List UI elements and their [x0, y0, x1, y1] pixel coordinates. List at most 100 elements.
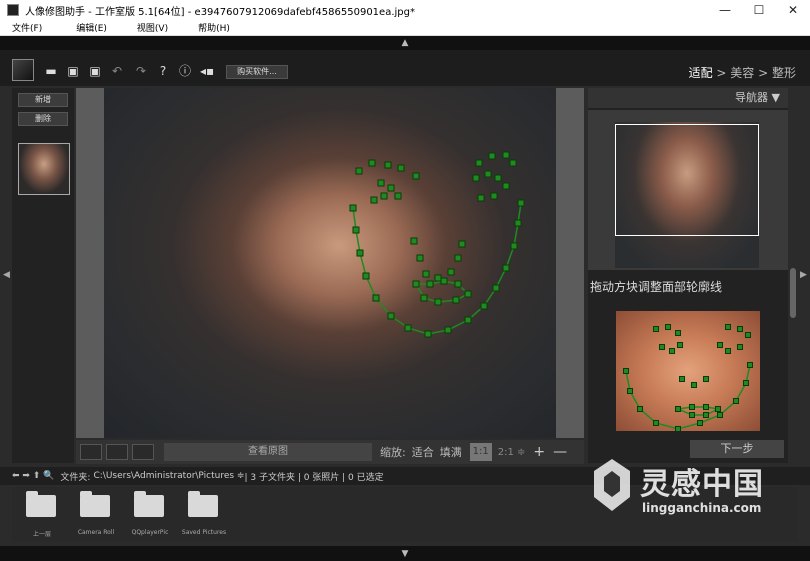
landmark-handle[interactable] — [703, 404, 709, 410]
collapse-down-icon[interactable]: ▼ — [402, 549, 409, 559]
landmark-handle[interactable] — [689, 412, 695, 418]
landmark-handle[interactable] — [362, 272, 370, 280]
landmark-handle[interactable] — [703, 376, 709, 382]
landmark-handle[interactable] — [675, 330, 681, 336]
collapse-left-icon[interactable]: ◀ — [3, 270, 10, 280]
landmark-handle[interactable] — [665, 324, 671, 330]
landmark-handle[interactable] — [745, 332, 751, 338]
landmark-handle[interactable] — [514, 219, 522, 227]
landmark-handle[interactable] — [404, 324, 412, 332]
landmark-handle[interactable] — [384, 161, 392, 169]
landmark-handle[interactable] — [653, 420, 659, 426]
landmark-handle[interactable] — [689, 404, 695, 410]
single-view-button[interactable] — [80, 444, 102, 460]
landmark-handle[interactable] — [444, 326, 452, 334]
landmark-handle[interactable] — [490, 192, 498, 200]
redo-icon[interactable]: ↷ — [134, 64, 148, 78]
landmark-handle[interactable] — [434, 298, 442, 306]
photo-thumbnail[interactable] — [18, 143, 70, 195]
landmark-handle[interactable] — [387, 312, 395, 320]
landmark-handle[interactable] — [447, 268, 455, 276]
landmark-handle[interactable] — [717, 412, 723, 418]
landmark-handle[interactable] — [370, 196, 378, 204]
landmark-handle[interactable] — [677, 342, 683, 348]
landmark-handle[interactable] — [725, 348, 731, 354]
landmark-handle[interactable] — [422, 270, 430, 278]
landmark-handle[interactable] — [368, 159, 376, 167]
bottom-collapse-strip[interactable]: ▼ — [0, 546, 810, 561]
portrait-photo[interactable] — [104, 88, 556, 438]
open-folder-icon[interactable]: ▬ — [44, 64, 58, 78]
landmark-handle[interactable] — [420, 294, 428, 302]
split-view-button[interactable] — [106, 444, 128, 460]
collapse-right-icon[interactable]: ▶ — [800, 270, 807, 280]
landmark-handle[interactable] — [372, 294, 380, 302]
landmark-handle[interactable] — [737, 344, 743, 350]
folder-item[interactable]: 上一层 — [14, 491, 66, 538]
landmark-handle[interactable] — [380, 192, 388, 200]
landmark-handle[interactable] — [488, 152, 496, 160]
zoom-fill-button[interactable]: 填满 — [440, 444, 462, 460]
landmark-handle[interactable] — [510, 242, 518, 250]
zoom-1-1-button[interactable]: 1:1 — [469, 443, 492, 461]
landmark-handle[interactable] — [494, 174, 502, 182]
landmark-handle[interactable] — [480, 302, 488, 310]
landmark-handle[interactable] — [352, 226, 360, 234]
save-icon[interactable]: ▣ — [66, 64, 80, 78]
landmark-handle[interactable] — [627, 388, 633, 394]
zoom-2-1-button[interactable]: 2:1 ≑ — [498, 447, 526, 458]
landmark-handle[interactable] — [355, 167, 363, 175]
landmark-handle[interactable] — [440, 277, 448, 285]
landmark-handle[interactable] — [703, 412, 709, 418]
save-as-icon[interactable]: ▣ — [88, 64, 102, 78]
landmark-handle[interactable] — [477, 194, 485, 202]
landmark-handle[interactable] — [424, 330, 432, 338]
landmark-handle[interactable] — [464, 316, 472, 324]
collapse-up-icon[interactable]: ▲ — [402, 38, 409, 48]
landmark-handle[interactable] — [717, 342, 723, 348]
landmark-handle[interactable] — [377, 179, 385, 187]
landmark-handle[interactable] — [412, 280, 420, 288]
landmark-handle[interactable] — [454, 254, 462, 262]
landmark-handle[interactable] — [502, 182, 510, 190]
landmark-handle[interactable] — [675, 426, 681, 432]
landmark-handle[interactable] — [675, 406, 681, 412]
stack-view-button[interactable] — [132, 444, 154, 460]
landmark-handle[interactable] — [517, 199, 525, 207]
landmark-handle[interactable] — [679, 376, 685, 382]
landmark-handle[interactable] — [743, 380, 749, 386]
landmark-handle[interactable] — [653, 326, 659, 332]
landmark-handle[interactable] — [484, 170, 492, 178]
folder-item[interactable]: Camera Roll — [68, 491, 120, 537]
navigator-viewport-frame[interactable] — [615, 124, 759, 236]
add-photo-button[interactable]: 新增 — [18, 93, 68, 107]
right-panel-scrollbar[interactable] — [790, 268, 796, 318]
landmark-handle[interactable] — [659, 344, 665, 350]
landmark-handle[interactable] — [502, 264, 510, 272]
landmark-handle[interactable] — [715, 406, 721, 412]
landmark-handle[interactable] — [426, 280, 434, 288]
folder-nav-icons[interactable]: ⬅ ➡ ⬆ 🔍 — [12, 471, 54, 481]
navigator-header[interactable]: 导航器 ▼ — [588, 88, 788, 108]
folder-item[interactable]: QQplayerPic — [122, 491, 174, 537]
landmark-handle[interactable] — [454, 280, 462, 288]
landmark-handle[interactable] — [637, 406, 643, 412]
zoom-fit-button[interactable]: 适合 — [412, 444, 434, 460]
minimize-button[interactable]: — — [708, 0, 742, 20]
top-collapse-strip[interactable]: ▲ — [0, 36, 810, 50]
landmark-handle[interactable] — [412, 172, 420, 180]
landmark-handle[interactable] — [452, 296, 460, 304]
landmark-handle[interactable] — [691, 382, 697, 388]
step-fit[interactable]: 适配 — [689, 66, 713, 80]
step-reshape[interactable]: 整形 — [772, 66, 796, 80]
landmark-handle[interactable] — [492, 284, 500, 292]
face-landmark-overlay[interactable] — [104, 88, 556, 438]
zoom-out-button[interactable]: — — [553, 444, 567, 460]
delete-photo-button[interactable]: 删除 — [18, 112, 68, 126]
landmark-handle[interactable] — [434, 274, 442, 282]
landmark-handle[interactable] — [697, 420, 703, 426]
plugin-icon[interactable]: ◂▪ — [200, 64, 214, 78]
landmark-handle[interactable] — [394, 192, 402, 200]
landmark-handle[interactable] — [509, 159, 517, 167]
landmark-handle[interactable] — [416, 254, 424, 262]
